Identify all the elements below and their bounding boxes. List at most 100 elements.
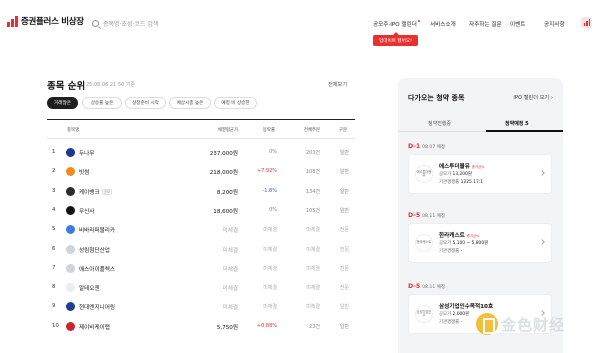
top-header: 증권플러스 비상장 종목명·초성·코드 검색 공모주·IPO 캘린더 서비스소개 자…: [0, 0, 600, 48]
new-dot-icon: [417, 20, 420, 22]
company-name: 빗썸: [79, 170, 90, 177]
company-logo-icon: [66, 283, 75, 293]
company-name: 성림첨단산업: [79, 247, 110, 254]
ipo-offer-price: 공모가 2,000원: [439, 311, 469, 317]
company-logo-icon: [66, 167, 75, 177]
dday-label: D-5 08.11 예정: [408, 283, 445, 290]
competition-value: -: [460, 320, 463, 325]
ipo-badge: 증거금%: [471, 165, 485, 169]
row-rank: 6: [52, 245, 56, 252]
ipo-calendar-link[interactable]: IPO 캘린더 보기 ›: [513, 94, 553, 101]
competition-label: 기관경쟁률: [439, 180, 460, 185]
offer-price-value: 5,100 ~ 5,800원: [452, 241, 489, 246]
nav-item-1[interactable]: 서비스소개: [430, 20, 456, 28]
ipo-update-tooltip: 업데이트 됐어요!: [373, 32, 418, 46]
row-rank: 1: [52, 149, 56, 155]
brand-logo[interactable]: 증권플러스 비상장: [7, 15, 84, 27]
company-logo-icon: [66, 321, 75, 331]
row-price: 미체결: [222, 266, 238, 273]
row-name: 알테오젠: [79, 284, 100, 292]
company-tag: 공모: [101, 188, 113, 195]
row-price: 미체결: [222, 286, 238, 293]
active-tab-indicator: [486, 130, 563, 132]
table-row[interactable]: 5 비바리퍼블리카 미체결 미체결 미체결 전문: [47, 220, 355, 239]
tab-scheduled[interactable]: 청약예정 5: [505, 120, 529, 127]
offer-price-label: 공모가: [439, 241, 452, 246]
row-rate: 미체결: [263, 265, 277, 272]
col-price: 체결평균가: [217, 128, 238, 133]
nav-item-0[interactable]: 공모주·IPO 캘린더: [373, 20, 420, 28]
app-icon[interactable]: [581, 17, 592, 28]
company-logo-icon: [66, 148, 75, 157]
ranking-date: 25.08.06 21:50 기준: [86, 82, 136, 88]
row-volume: 미체결: [306, 227, 320, 234]
row-name: 케이뱅크 공모: [79, 188, 113, 196]
table-row[interactable]: 8 알테오젠 미체결 미체결 미체결 전문: [47, 278, 355, 297]
row-rank: 8: [52, 284, 56, 291]
nav-item-3[interactable]: 이벤트: [510, 20, 525, 28]
nav-item-label: 공지사항: [544, 22, 565, 28]
search-input[interactable]: 종목명·초성·코드 검색: [92, 14, 272, 32]
watermark: 金色财经: [476, 313, 565, 335]
ipo-competition-rate: 기관경쟁률 -: [439, 319, 462, 325]
table-row[interactable]: 3 케이뱅크 공모 8,200원 -1.8% 134건 일반: [47, 182, 355, 201]
table-row[interactable]: 10 제이비케이랩 5,750원 +0.88% 23건 일반: [47, 317, 355, 336]
filter-chip-3[interactable]: 예상시총 높은: [169, 97, 211, 109]
ranking-view-all-link[interactable]: 전체보기: [328, 81, 347, 88]
table-row[interactable]: 2 빗썸 218,000원 +7.92% 108건 일반: [47, 162, 355, 181]
table-row[interactable]: 1 두나무 237,000원 0% 203건 일반: [47, 143, 355, 162]
row-rate: 미체결: [263, 304, 277, 311]
competition-label: 기관경쟁률: [439, 249, 460, 254]
ipo-card[interactable]: 에스투더블유 에스투더블유 증거금% 공모가 13,200원 기관경쟁률 1225.17…: [408, 154, 552, 194]
nav-item-label: 서비스소개: [430, 22, 456, 28]
nav-item-label: 공모주·IPO 캘린더: [373, 22, 417, 28]
row-rank: 2: [52, 168, 56, 175]
table-row[interactable]: 9 현대엔지니어링 미체결 미체결 미체결 일반: [47, 297, 355, 316]
table-header: 종목명 체결평균가 등락률 전체주문 구분: [47, 119, 355, 139]
row-price: 18,600원: [213, 208, 238, 215]
ranking-title: 종목 순위: [47, 81, 86, 92]
dday-count: D-5: [408, 212, 421, 219]
ipo-offer-price: 공모가 5,100 ~ 5,800원: [439, 240, 488, 246]
filter-chip-4[interactable]: 예정 비 상승한: [214, 97, 257, 109]
row-price: 미체결: [222, 228, 238, 235]
ipo-card[interactable]: 한라캐스트 한라캐스트 증거금% 공모가 5,100 ~ 5,800원 기관경쟁률 -: [408, 223, 552, 263]
nav-item-2[interactable]: 자주하는 질문: [469, 20, 502, 28]
col-type: 구분: [338, 128, 347, 133]
watermark-logo-icon: [476, 313, 498, 335]
chevron-right-icon: [539, 170, 545, 176]
row-rate: 미체결: [263, 227, 277, 234]
row-type: 일반: [339, 304, 349, 311]
ipo-competition-rate: 기관경쟁률 1225.17:1: [439, 179, 483, 185]
table-row[interactable]: 6 성림첨단산업 미체결 미체결 미체결 전문: [47, 240, 355, 259]
competition-label: 기관경쟁률: [439, 320, 460, 325]
ipo-badge: 증거금%: [466, 234, 480, 238]
brand-name: 증권플러스 비상장: [21, 17, 84, 27]
offer-price-label: 공모가: [439, 312, 452, 317]
row-rank: 9: [52, 303, 56, 310]
filter-chip-2[interactable]: 상장준비 시작: [125, 97, 166, 109]
dday-date: 08.11 예정: [422, 214, 446, 219]
offer-price-value: 2,000원: [452, 312, 470, 317]
logo-icon: [7, 15, 18, 27]
row-name: 무신사: [79, 207, 94, 215]
ipo-name-text: 에스투더블유: [439, 164, 470, 170]
company-name: 무신사: [79, 208, 95, 215]
tab-subscribing[interactable]: 청약진행중: [428, 120, 451, 127]
dday-date: 08.07 예정: [422, 145, 446, 150]
row-rank: 3: [52, 187, 56, 194]
col-rate: 등락률: [262, 128, 275, 133]
offer-price-value: 13,200원: [452, 172, 472, 177]
table-row[interactable]: 7 에스아이플렉스 미체결 미체결 미체결 전문: [47, 259, 355, 278]
nav-item-4[interactable]: 공지사항: [544, 20, 565, 28]
table-row[interactable]: 4 무신사 18,600원 0% 105건 일반: [47, 201, 355, 220]
filter-chip-1[interactable]: 상승률 높은: [82, 97, 122, 109]
row-type: 전문: [339, 227, 349, 234]
filter-chip-0[interactable]: 거래많은: [47, 97, 78, 109]
competition-value: -: [460, 249, 463, 254]
row-name: 두나무: [79, 149, 94, 157]
company-name: 두나무: [79, 151, 95, 157]
chevron-right-icon: [539, 239, 545, 245]
company-logo-icon: [66, 205, 75, 215]
nav-item-label: 이벤트: [510, 22, 526, 28]
